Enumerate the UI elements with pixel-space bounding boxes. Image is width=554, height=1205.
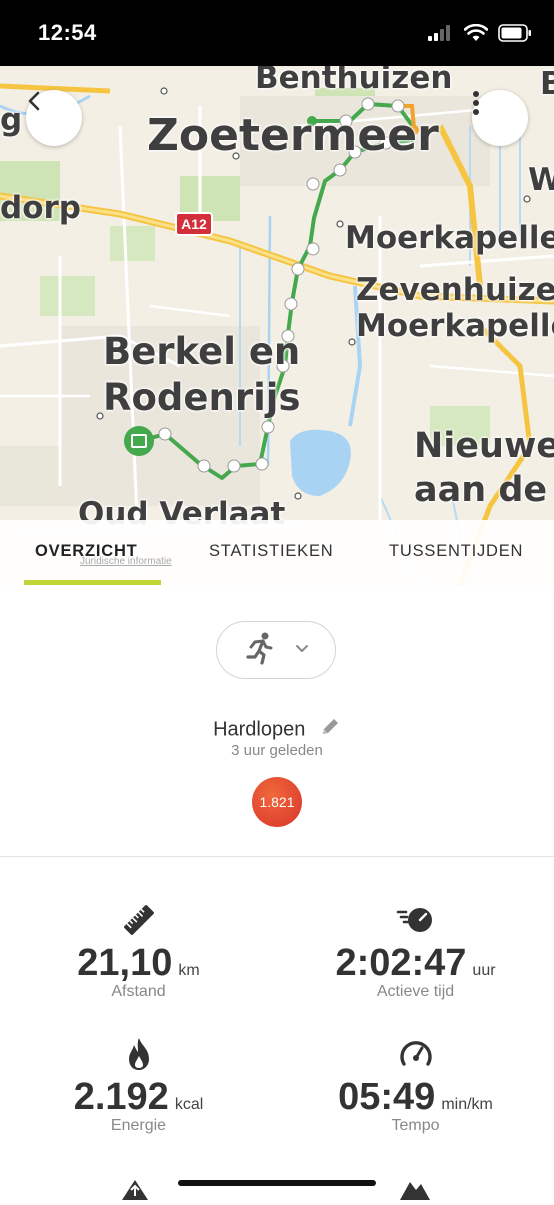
pace-label: Tempo: [391, 1117, 440, 1134]
tab-statistieken[interactable]: STATISTIEKEN: [209, 542, 334, 561]
section-divider: [0, 856, 554, 857]
map-label-benthuizen: Benthuizen: [255, 66, 453, 96]
edit-pencil-icon[interactable]: [319, 716, 341, 744]
more-options-button[interactable]: [472, 90, 528, 146]
route-map[interactable]: Benthuizen Zoetermeer g W B dorp A12 Moe…: [0, 66, 554, 586]
map-label-rodenrijs: Rodenrijs: [103, 376, 301, 419]
speedometer-icon: [277, 1036, 554, 1072]
map-label-g: g: [0, 102, 23, 138]
status-time: 12:54: [38, 20, 97, 45]
stopwatch-icon: [277, 902, 554, 938]
elevation-up-icon: [120, 1178, 150, 1205]
distance-unit: km: [178, 962, 200, 979]
tab-tussentijden[interactable]: TUSSENTIJDEN: [389, 542, 523, 561]
map-label-moerkapelle-2: Moerkapelle: [356, 308, 554, 344]
metric-active-time: 2:02:47 uur Actieve tijd: [277, 902, 554, 1001]
map-label-zevenhuizen: Zevenhuizen: [356, 272, 554, 308]
energy-label: Energie: [110, 1117, 167, 1134]
map-label-moerkapelle: Moerkapelle: [345, 220, 554, 256]
activity-title-row: Hardlopen: [0, 716, 554, 744]
wifi-icon: [463, 23, 489, 47]
cellular-signal-icon: [428, 25, 454, 46]
chevron-down-icon: [295, 641, 309, 659]
energy-value: 2.192: [73, 1076, 169, 1118]
tab-bar: OVERZICHT STATISTIEKEN TUSSENTIJDEN Juri…: [0, 520, 554, 586]
running-icon: [243, 631, 277, 670]
elevation-down-icon: [398, 1178, 432, 1205]
map-label-aan-de: aan de: [414, 470, 548, 510]
status-bar: 12:54: [0, 0, 554, 66]
active-time-label: Actieve tijd: [376, 983, 455, 1000]
map-label-dorp: dorp: [0, 190, 81, 226]
pace-unit: min/km: [441, 1096, 493, 1113]
map-label-zoetermeer: Zoetermeer: [147, 110, 439, 161]
active-time-value: 2:02:47: [335, 942, 467, 984]
map-label-berkel: Berkel en: [103, 330, 301, 373]
flame-icon: [0, 1036, 277, 1072]
metric-distance: 21,10 km Afstand: [0, 902, 277, 1001]
home-indicator: [178, 1180, 376, 1186]
legal-link[interactable]: Juridische informatie: [80, 556, 172, 567]
metric-pace: 05:49 min/km Tempo: [277, 1036, 554, 1135]
distance-label: Afstand: [111, 983, 166, 1000]
activity-title: Hardlopen: [213, 718, 306, 741]
active-tab-indicator: [24, 580, 161, 585]
back-button[interactable]: [26, 90, 82, 146]
map-label-w: W: [528, 162, 554, 198]
sport-type-selector[interactable]: [216, 621, 336, 679]
active-time-unit: uur: [472, 962, 496, 979]
distance-value: 21,10: [77, 942, 173, 984]
activity-time-ago: 3 uur geleden: [231, 742, 323, 759]
map-label-nieuwe: Nieuwe: [414, 426, 554, 466]
battery-icon: [498, 24, 532, 47]
map-label-b: B: [540, 66, 554, 102]
status-icons: [428, 23, 532, 47]
activity-score-badge: 1.821: [252, 777, 302, 827]
energy-unit: kcal: [174, 1096, 204, 1113]
pace-value: 05:49: [338, 1076, 436, 1118]
ruler-icon: [0, 902, 277, 938]
highway-shield-a12: A12: [175, 212, 213, 236]
metric-energy: 2.192 kcal Energie: [0, 1036, 277, 1135]
